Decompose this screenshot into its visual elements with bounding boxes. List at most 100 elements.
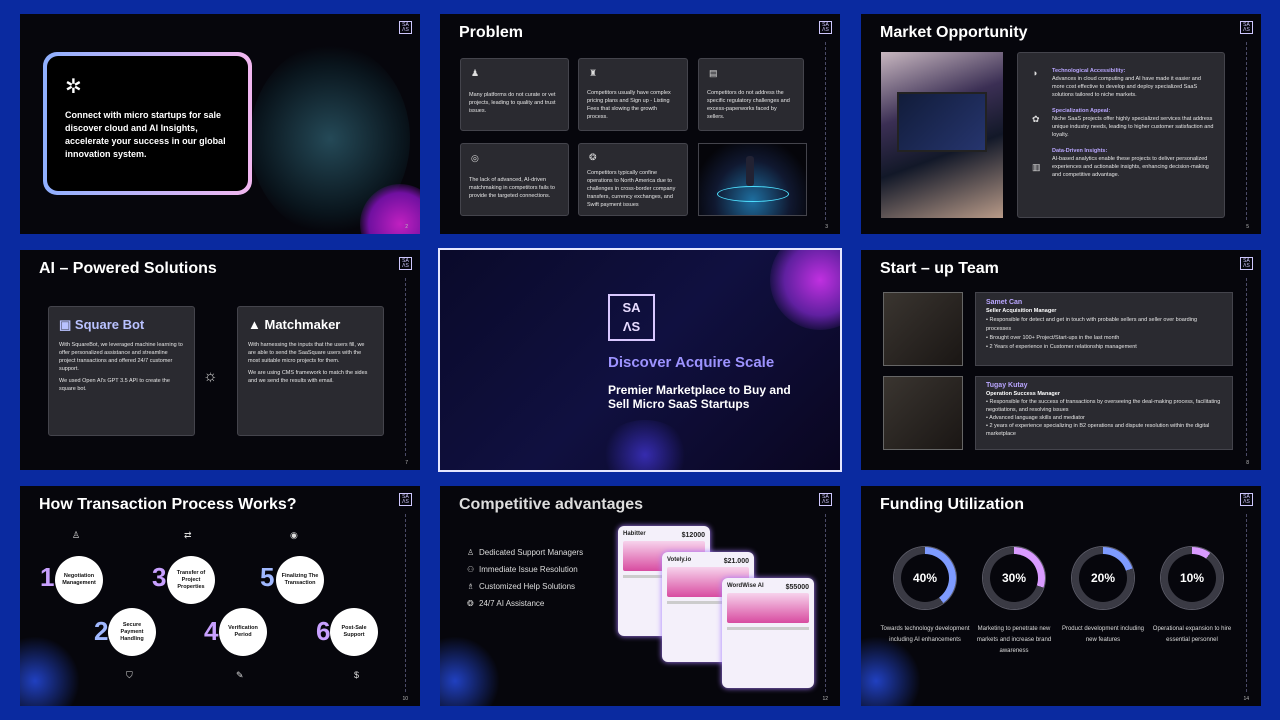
target-icon: ◎ [471, 153, 479, 163]
funding-ring: 20% [1072, 547, 1134, 609]
member-point: Responsible for the success of transacti… [986, 399, 1221, 413]
blue-glow [861, 636, 921, 706]
brand-logo-icon: SA ΛS [608, 294, 655, 341]
listing-card-wordwise: WordWise AI $55000 [722, 578, 814, 688]
database-icon: ▥ [1032, 162, 1041, 172]
document-icon: ▤ [709, 68, 718, 78]
cloud-icon: ◑ [1032, 68, 1038, 78]
step-number: 4 [204, 616, 219, 646]
slide-thumbnail-3[interactable]: Market Opportunity SA ΛS ◑ Technological … [861, 14, 1261, 234]
dashed-divider [825, 514, 826, 692]
slide-thumbnail-8[interactable]: Competitive advantages SA ΛS ♙ Dedicated S… [440, 486, 840, 706]
card-text: We used Open AI's GPT 3.5 API to create … [59, 378, 170, 392]
member-point: Responsible for detect and get in touch … [986, 317, 1198, 332]
brand-logo-icon: SA ΛS [1240, 493, 1253, 506]
slide-thumbnail-7[interactable]: How Transaction Process Works? SA ΛS ♙ ⇄ … [20, 486, 420, 706]
item-heading: Specialization Appeal: [1052, 108, 1111, 114]
slide-thumbnail-1[interactable]: ✲ Connect with micro startups for sale d… [20, 14, 420, 234]
member-point: 2 Years of experience in Customer relati… [989, 344, 1137, 350]
advantage-item: Dedicated Support Managers [479, 548, 584, 557]
slide-thumbnail-9[interactable]: Funding Utilization SA ΛS 40% Towards tec… [861, 486, 1261, 706]
laptop-screen [897, 92, 987, 152]
step-number: 1 [40, 562, 55, 592]
funding-percent: 30% [990, 554, 1038, 602]
slide-thumbnail-2[interactable]: Problem SA ΛS ♟ Many platforms do not cur… [440, 14, 840, 234]
help-icon: ♗ [467, 582, 475, 591]
item-body: Advances in cloud computing and AI have … [1052, 76, 1201, 98]
step-circle: Verification Period [219, 608, 267, 656]
slide-title: Market Opportunity [880, 24, 1028, 41]
page-number: 14 [1243, 696, 1249, 702]
dashed-divider [405, 514, 406, 692]
step-number: 2 [94, 616, 109, 646]
slide-title: AI – Powered Solutions [39, 260, 217, 277]
step-circle: Finalizing The Transaction [276, 556, 324, 604]
logo-bottom: ΛS [622, 319, 641, 334]
card-title: Matchmaker [264, 317, 341, 332]
card-text: With SquareBot, we leveraged machine lea… [59, 342, 183, 372]
member-point: Advanced language skills and mediator [989, 415, 1085, 421]
slide-thumbnail-5[interactable]: SA ΛS Discover Acquire Scale Premier Mar… [438, 248, 842, 472]
brand-logo-icon: SA ΛS [399, 493, 412, 506]
brand-logo-icon: SA ΛS [399, 21, 412, 34]
listing-price: $12000 [681, 532, 705, 539]
member-role: Operation Success Manager [986, 391, 1060, 397]
problem-text: The lack of advanced, AI-driven matchmak… [469, 177, 555, 199]
blue-glow [440, 636, 500, 706]
intro-text: Connect with micro startups for sale dis… [65, 110, 226, 159]
dashed-divider [1246, 42, 1247, 220]
hero-subtitle: Premier Marketplace to Buy and Sell Micr… [608, 383, 791, 411]
puzzle-icon: ✿ [1032, 114, 1040, 124]
hologram-image [698, 143, 807, 216]
advantage-item: Customized Help Solutions [479, 582, 576, 591]
step-circle: Transfer of Project Properties [167, 556, 215, 604]
funding-label: Marketing to penetrate new markets and i… [976, 626, 1052, 654]
page-number: 7 [405, 460, 408, 466]
funding-percent: 10% [1168, 554, 1216, 602]
dashed-divider [1246, 278, 1247, 456]
transfer-icon: ⇄ [184, 530, 192, 540]
network-icon: ✲ [65, 76, 82, 98]
team-member-card: Samet Can Seller Acquisition Manager • R… [975, 292, 1233, 366]
funding-percent: 40% [901, 554, 949, 602]
blue-glow [20, 636, 80, 706]
step-circle: Negotiation Management [55, 556, 103, 604]
slide-thumbnail-4[interactable]: AI – Powered Solutions SA ΛS ▣ Square Bot… [20, 250, 420, 470]
advantage-item: Immediate Issue Resolution [479, 565, 578, 574]
support-icon: $ [354, 670, 360, 680]
step-circle: Secure Payment Handling [108, 608, 156, 656]
funding-label: Operational expansion to hire essential … [1152, 626, 1232, 643]
brand-logo-icon: SA ΛS [1240, 257, 1253, 270]
page-number: 5 [1246, 224, 1249, 230]
matchmaker-card: ▲ Matchmaker With harnessing the inputs … [237, 306, 384, 436]
item-heading: Data-Driven Insights: [1052, 148, 1108, 154]
dashed-divider [405, 278, 406, 456]
issue-icon: ⚇ [467, 565, 475, 574]
problem-text: Many platforms do not curate or vet proj… [469, 92, 556, 114]
problem-card-3: ▤ Competitors do not address the specifi… [698, 58, 804, 131]
listing-text-lines [727, 627, 809, 630]
avatar [883, 292, 963, 366]
step-number: 6 [316, 616, 331, 646]
step-circle: Post-Sale Support [330, 608, 378, 656]
member-name: Samet Can [986, 299, 1023, 306]
ai-assist-icon: ❂ [467, 599, 474, 608]
item-body: AI-based analytics enable these projects… [1052, 156, 1209, 178]
squarebot-card: ▣ Square Bot With SquareBot, we leverage… [48, 306, 195, 436]
page-number: 3 [825, 224, 828, 230]
item-body: Niche SaaS projects offer highly special… [1052, 116, 1214, 138]
problem-card-1: ♟ Many platforms do not curate or vet pr… [460, 58, 569, 131]
logo-top: SA [622, 300, 641, 315]
page-number: 2 [405, 224, 408, 230]
listing-chart [727, 593, 809, 623]
funding-label: Product development including new featur… [1061, 626, 1145, 643]
problem-card-2: ♜ Competitors usually have complex prici… [578, 58, 688, 131]
page-number: 8 [1246, 460, 1249, 466]
slide-thumbnail-6[interactable]: Start – up Team SA ΛS Samet Can Seller Ac… [861, 250, 1261, 470]
hero-headline: Discover Acquire Scale [608, 354, 775, 371]
support-manager-icon: ♙ [467, 548, 475, 557]
shield-icon: ⛉ [126, 670, 133, 680]
member-role: Seller Acquisition Manager [986, 308, 1057, 314]
globe-icon: ❂ [589, 152, 597, 162]
card-title: Square Bot [74, 317, 145, 332]
